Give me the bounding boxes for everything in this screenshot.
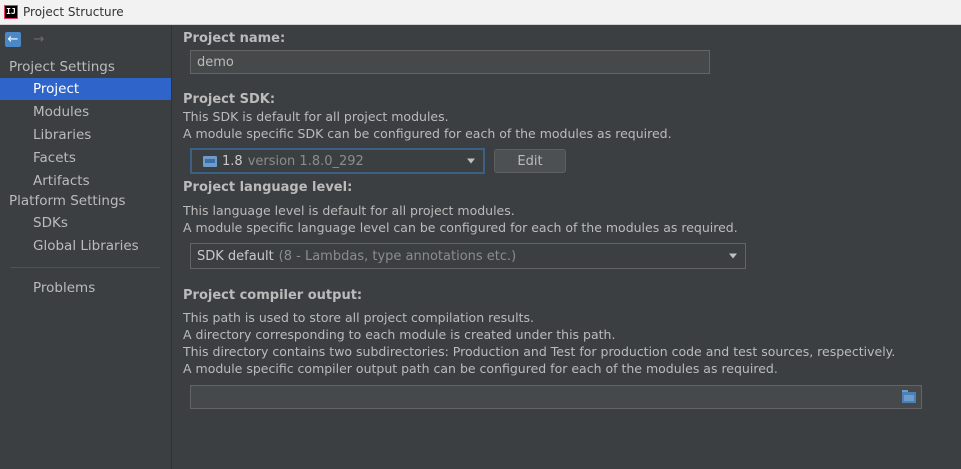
project-settings-panel: Project name: demo Project SDK: This SDK… bbox=[173, 26, 961, 469]
platform-settings-header: Platform Settings bbox=[9, 193, 126, 209]
window-titlebar: IJ Project Structure bbox=[0, 0, 961, 25]
chevron-down-icon bbox=[729, 253, 737, 259]
compiler-output-desc-3: This directory contains two subdirectori… bbox=[183, 344, 896, 359]
sidebar-item-problems[interactable]: Problems bbox=[0, 277, 171, 299]
intellij-app-icon: IJ bbox=[4, 5, 18, 19]
compiler-output-desc-4: A module specific compiler output path c… bbox=[183, 361, 778, 376]
sidebar-item-project[interactable]: Project bbox=[0, 78, 171, 100]
chevron-down-icon bbox=[467, 158, 475, 164]
language-level-label: Project language level: bbox=[183, 180, 353, 195]
project-name-label: Project name: bbox=[183, 31, 286, 46]
sdk-selected-version: version 1.8.0_292 bbox=[247, 153, 364, 169]
sidebar: ← → Project Settings Project Modules Lib… bbox=[0, 26, 172, 469]
project-sdk-label: Project SDK: bbox=[183, 92, 276, 107]
project-name-value: demo bbox=[197, 54, 234, 70]
window-title: Project Structure bbox=[23, 5, 124, 19]
sdk-selected-name: 1.8 bbox=[222, 153, 243, 169]
compiler-output-desc-2: A directory corresponding to each module… bbox=[183, 327, 616, 342]
language-level-desc-2: A module specific language level can be … bbox=[183, 220, 738, 235]
sidebar-item-libraries[interactable]: Libraries bbox=[0, 124, 171, 146]
project-name-input[interactable]: demo bbox=[190, 50, 710, 74]
language-level-selected-name: SDK default bbox=[197, 248, 274, 264]
folder-browse-icon[interactable] bbox=[902, 390, 916, 403]
language-level-desc-1: This language level is default for all p… bbox=[183, 203, 515, 218]
project-sdk-desc-1: This SDK is default for all project modu… bbox=[183, 109, 449, 124]
sidebar-item-facets[interactable]: Facets bbox=[0, 147, 171, 169]
edit-sdk-button[interactable]: Edit bbox=[494, 149, 566, 173]
compiler-output-input[interactable] bbox=[190, 385, 922, 409]
sdk-folder-icon bbox=[203, 155, 217, 168]
language-level-dropdown[interactable]: SDK default (8 - Lambdas, type annotatio… bbox=[190, 243, 746, 269]
compiler-output-desc-1: This path is used to store all project c… bbox=[183, 310, 534, 325]
project-settings-header: Project Settings bbox=[9, 59, 115, 75]
forward-arrow-icon[interactable]: → bbox=[31, 32, 47, 47]
compiler-output-label: Project compiler output: bbox=[183, 288, 363, 303]
navigation-arrows: ← → bbox=[5, 32, 47, 47]
sidebar-item-modules[interactable]: Modules bbox=[0, 101, 171, 123]
sidebar-item-global-libraries[interactable]: Global Libraries bbox=[0, 235, 171, 257]
project-sdk-desc-2: A module specific SDK can be configured … bbox=[183, 126, 672, 141]
sidebar-item-sdks[interactable]: SDKs bbox=[0, 212, 171, 234]
back-arrow-icon[interactable]: ← bbox=[5, 32, 21, 47]
project-sdk-dropdown[interactable]: 1.8 version 1.8.0_292 bbox=[190, 148, 485, 174]
sidebar-separator bbox=[10, 267, 160, 268]
language-level-selected-detail: (8 - Lambdas, type annotations etc.) bbox=[278, 248, 517, 264]
sidebar-item-artifacts[interactable]: Artifacts bbox=[0, 170, 171, 192]
